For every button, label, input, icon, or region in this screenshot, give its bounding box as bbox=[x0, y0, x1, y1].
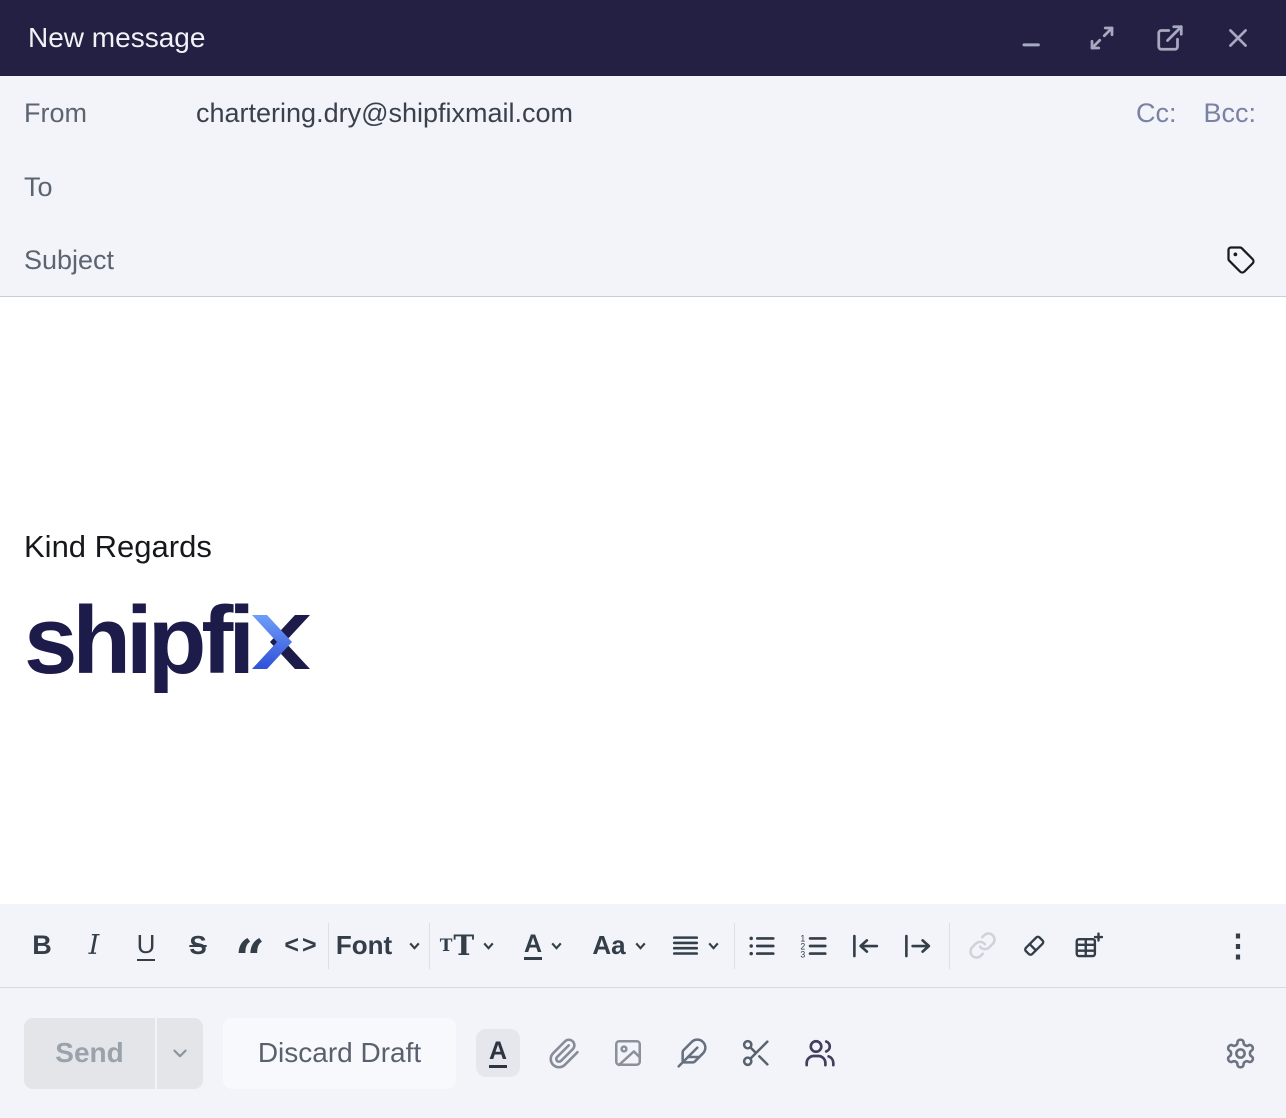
insert-table-icon bbox=[1073, 931, 1103, 961]
font-dropdown-label: Font bbox=[335, 930, 393, 960]
close-icon bbox=[1224, 24, 1252, 52]
from-row: From chartering.dry@shipfixmail.com Cc: … bbox=[0, 76, 1286, 150]
bold-button[interactable]: B bbox=[16, 918, 68, 974]
chevron-down-icon bbox=[169, 1042, 191, 1064]
more-options-button[interactable]: ⋮ bbox=[1218, 918, 1258, 974]
align-icon bbox=[672, 932, 699, 959]
action-bar: Send Discard Draft A bbox=[0, 988, 1286, 1118]
send-options-button[interactable] bbox=[157, 1017, 203, 1089]
underline-button[interactable]: U bbox=[120, 918, 172, 974]
tag-button[interactable] bbox=[1226, 245, 1256, 275]
indent-icon bbox=[902, 931, 932, 961]
svg-text:3: 3 bbox=[800, 949, 805, 959]
alignment-dropdown[interactable] bbox=[658, 918, 734, 974]
from-value[interactable]: chartering.dry@shipfixmail.com bbox=[196, 98, 573, 129]
image-icon bbox=[612, 1037, 644, 1069]
expand-button[interactable] bbox=[1084, 20, 1120, 56]
popout-icon bbox=[1155, 23, 1185, 53]
window-title: New message bbox=[28, 22, 206, 53]
signature-button[interactable] bbox=[670, 1031, 714, 1075]
outdent-button[interactable] bbox=[839, 918, 891, 974]
chevron-down-icon bbox=[633, 938, 648, 953]
code-button[interactable]: <> bbox=[276, 918, 328, 974]
more-options-icon: ⋮ bbox=[1222, 928, 1254, 963]
logo-wordmark: shipfi bbox=[24, 587, 255, 694]
titlebar: New message bbox=[0, 0, 1286, 76]
italic-icon: I bbox=[88, 930, 100, 961]
eraser-icon bbox=[1020, 932, 1048, 960]
to-row: To bbox=[0, 150, 1286, 224]
blockquote-button[interactable]: “ bbox=[224, 918, 276, 985]
subject-input[interactable] bbox=[196, 244, 1212, 276]
close-button[interactable] bbox=[1220, 20, 1256, 56]
feather-icon bbox=[676, 1037, 708, 1069]
attach-file-button[interactable] bbox=[542, 1031, 586, 1075]
strikethrough-icon: S bbox=[189, 930, 207, 960]
indent-button[interactable] bbox=[891, 918, 943, 974]
bcc-button[interactable]: Bcc: bbox=[1203, 98, 1256, 129]
font-size-dropdown[interactable]: T T bbox=[430, 918, 506, 974]
italic-button[interactable]: I bbox=[68, 918, 120, 974]
contacts-button[interactable] bbox=[798, 1031, 842, 1075]
outdent-icon bbox=[850, 931, 880, 961]
snippets-button[interactable] bbox=[734, 1031, 778, 1075]
message-body[interactable]: Kind Regards shipfi bbox=[0, 297, 1286, 904]
bold-icon: B bbox=[32, 930, 52, 960]
font-size-icon: T bbox=[439, 935, 453, 956]
scissors-icon bbox=[740, 1037, 772, 1069]
formatting-toolbar: B I U S “ <> Font T T A Aa 1 2 3 ⋮ bbox=[0, 904, 1286, 988]
numbered-list-icon: 1 2 3 bbox=[799, 932, 827, 960]
contacts-icon bbox=[803, 1036, 837, 1070]
to-label: To bbox=[24, 171, 53, 202]
shipfix-logo: shipfi bbox=[24, 593, 336, 689]
chevron-down-icon bbox=[481, 938, 496, 953]
letter-case-dropdown[interactable]: Aa bbox=[582, 918, 658, 974]
cc-button[interactable]: Cc: bbox=[1136, 98, 1177, 129]
settings-gear-icon bbox=[1224, 1037, 1257, 1070]
subject-row: Subject bbox=[0, 224, 1286, 297]
strikethrough-button[interactable]: S bbox=[172, 918, 224, 974]
insert-table-button[interactable] bbox=[1060, 918, 1116, 974]
expand-icon bbox=[1087, 23, 1117, 53]
settings-button[interactable] bbox=[1218, 1031, 1262, 1075]
chevron-down-icon bbox=[549, 938, 564, 953]
chevron-down-icon bbox=[407, 938, 422, 953]
formatting-toggle-button[interactable]: A bbox=[476, 1029, 520, 1077]
discard-draft-button[interactable]: Discard Draft bbox=[223, 1017, 456, 1089]
chevron-down-icon bbox=[706, 938, 721, 953]
window-controls bbox=[1016, 20, 1256, 56]
insert-image-button[interactable] bbox=[606, 1031, 650, 1075]
letter-case-icon: Aa bbox=[592, 930, 626, 960]
to-input[interactable] bbox=[196, 171, 1256, 203]
bullet-list-button[interactable] bbox=[735, 918, 787, 974]
clear-formatting-button[interactable] bbox=[1008, 918, 1060, 974]
text-color-dropdown[interactable]: A bbox=[506, 918, 582, 974]
link-icon bbox=[968, 931, 997, 960]
compose-window: New message From chartering.dry@shipfixm… bbox=[0, 0, 1286, 1118]
attachment-icon bbox=[548, 1037, 581, 1070]
from-label: From bbox=[24, 97, 87, 128]
font-family-dropdown[interactable]: Font bbox=[329, 918, 429, 974]
numbered-list-button[interactable]: 1 2 3 bbox=[787, 918, 839, 974]
tag-icon bbox=[1226, 245, 1256, 275]
popout-button[interactable] bbox=[1152, 20, 1188, 56]
cc-bcc-group: Cc: Bcc: bbox=[1136, 98, 1256, 129]
minimize-icon bbox=[1019, 23, 1049, 53]
code-icon: <> bbox=[284, 931, 320, 959]
toolbar-divider bbox=[949, 922, 950, 969]
formatting-toggle-icon: A bbox=[488, 1037, 508, 1069]
signature-closing: Kind Regards bbox=[24, 529, 212, 564]
text-color-icon: A bbox=[523, 931, 543, 961]
header-fields: From chartering.dry@shipfixmail.com Cc: … bbox=[0, 76, 1286, 297]
subject-label: Subject bbox=[24, 244, 115, 275]
send-button[interactable]: Send bbox=[24, 1017, 155, 1089]
minimize-button[interactable] bbox=[1016, 20, 1052, 56]
bullet-list-icon bbox=[747, 932, 775, 960]
underline-icon: U bbox=[136, 928, 156, 961]
logo-x-mark bbox=[251, 615, 310, 669]
insert-link-button[interactable] bbox=[956, 918, 1008, 974]
